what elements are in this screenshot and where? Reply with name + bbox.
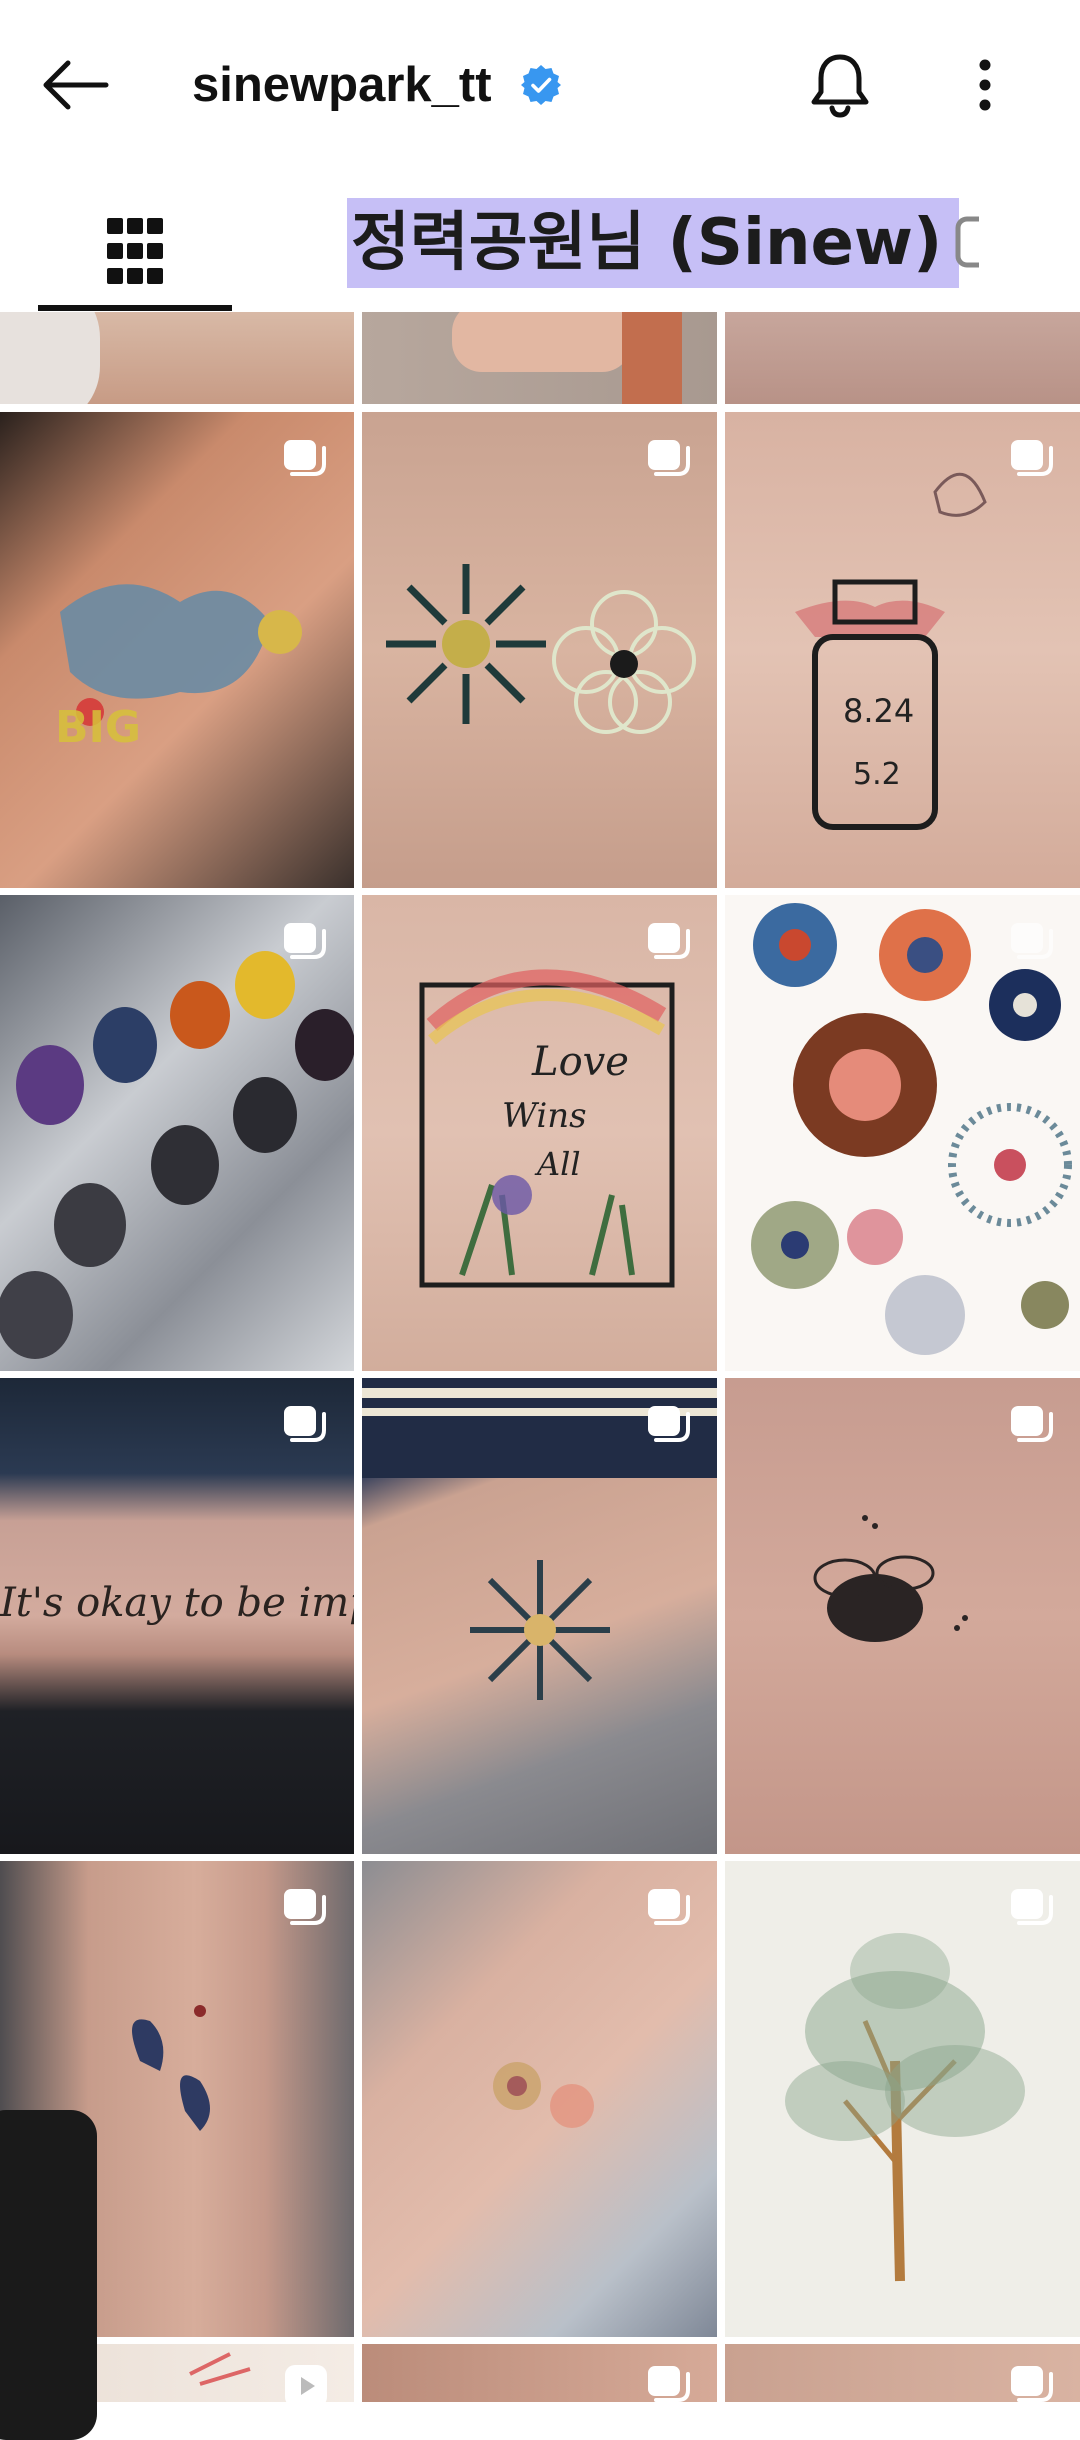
multiple-posts-icon — [1007, 1885, 1055, 1933]
posts-grid: BIG 8.24 5.2 Love Wins All It's okay to … — [0, 312, 1080, 2402]
svg-text:All: All — [534, 1145, 581, 1183]
username: sinewpark_tt — [192, 58, 492, 112]
multiple-posts-icon — [280, 919, 328, 967]
bell-icon — [811, 54, 869, 118]
svg-text:Wins: Wins — [502, 1096, 587, 1136]
multiple-posts-icon — [280, 436, 328, 484]
reels-tab-icon — [955, 216, 979, 268]
post-perfume-bottle-tattoo[interactable]: 8.24 5.2 — [725, 412, 1080, 888]
multiple-posts-icon — [1007, 2362, 1055, 2402]
post-bee-tattoo[interactable] — [725, 1378, 1080, 1854]
more-options-button[interactable] — [955, 45, 1015, 125]
post-bottom-2[interactable] — [362, 2344, 717, 2402]
profile-title: sinewpark_tt — [192, 52, 562, 118]
post-arm-partial-1[interactable] — [0, 312, 354, 404]
multiple-posts-icon — [1007, 436, 1055, 484]
multiple-posts-icon — [280, 1885, 328, 1933]
back-button[interactable] — [30, 45, 120, 125]
multiple-posts-icon — [644, 2362, 692, 2402]
profile-tabs: 정력공원님 (Sinew) — [0, 190, 1080, 312]
svg-text:Love: Love — [531, 1039, 629, 1085]
more-vertical-icon — [979, 59, 991, 111]
svg-text:It's okay to be imperfe: It's okay to be imperfe — [0, 1580, 354, 1626]
post-ink-caps-photo[interactable] — [0, 895, 354, 1371]
post-skin-partial[interactable] — [725, 312, 1080, 404]
reels-play-icon — [282, 2362, 330, 2402]
post-blue-cat-tattoo[interactable]: BIG — [0, 412, 354, 888]
multiple-posts-icon — [644, 436, 692, 484]
svg-text:BIG: BIG — [55, 702, 141, 753]
post-love-wins-all-tattoo[interactable]: Love Wins All — [362, 895, 717, 1371]
selected-text-highlight[interactable]: 정력공원님 (Sinew) — [347, 198, 959, 288]
app-header: sinewpark_tt — [0, 0, 1080, 170]
multiple-posts-icon — [1007, 919, 1055, 967]
post-sunflower-sheet[interactable] — [725, 895, 1080, 1371]
post-tree-sketch[interactable] — [725, 1861, 1080, 2337]
verified-badge-icon — [520, 64, 562, 106]
active-tab-indicator — [38, 305, 232, 311]
post-sunflower-tattoo[interactable] — [362, 412, 717, 888]
svg-text:5.2: 5.2 — [853, 757, 901, 792]
multiple-posts-icon — [1007, 1402, 1055, 1450]
floating-overlay[interactable] — [0, 2110, 97, 2440]
multiple-posts-icon — [280, 1402, 328, 1450]
post-hand-partial[interactable] — [362, 312, 717, 404]
post-imperfect-script-tattoo[interactable]: It's okay to be imperfe — [0, 1378, 354, 1854]
post-bottom-3[interactable] — [725, 2344, 1080, 2402]
svg-text:8.24: 8.24 — [843, 692, 914, 730]
multiple-posts-icon — [644, 1885, 692, 1933]
tab-reels[interactable] — [955, 216, 979, 268]
back-arrow-icon — [43, 60, 109, 110]
multiple-posts-icon — [644, 1402, 692, 1450]
tab-posts-grid[interactable] — [38, 190, 232, 312]
multiple-posts-icon — [644, 919, 692, 967]
post-flower-wrist-tattoo[interactable] — [362, 1861, 717, 2337]
notifications-button[interactable] — [800, 45, 880, 125]
post-sun-burst-tattoo[interactable] — [362, 1378, 717, 1854]
grid-icon — [107, 218, 163, 284]
